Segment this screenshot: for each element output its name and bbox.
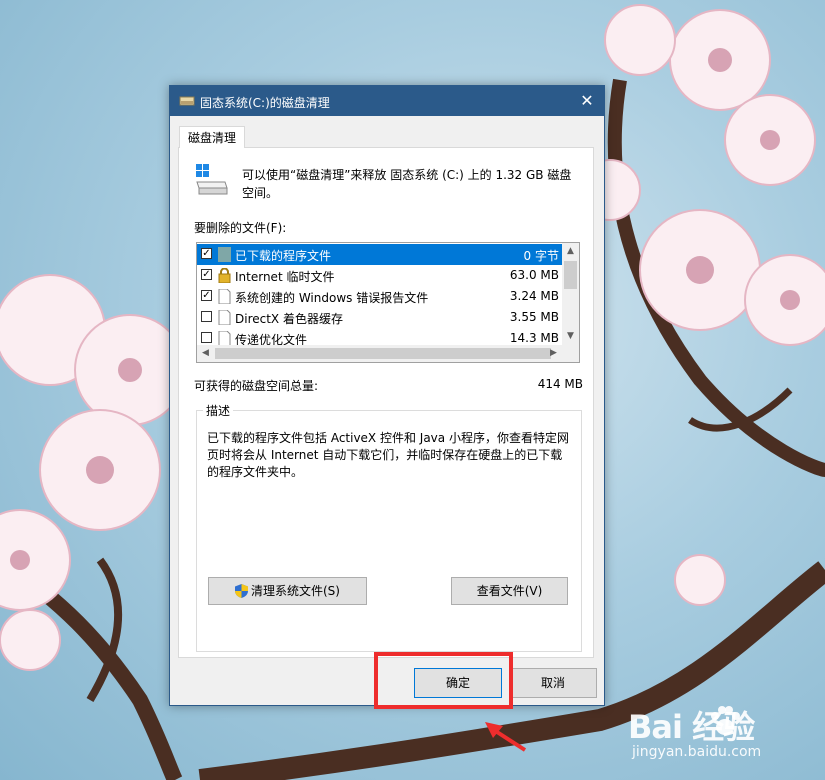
vertical-scrollbar[interactable]: ▲ ▼ xyxy=(562,243,579,345)
tab-panel: 可以使用“磁盘清理”来释放 固态系统 (C:) 上的 1.32 GB 磁盘空间。… xyxy=(178,147,594,658)
hard-drive-icon xyxy=(196,164,228,195)
scroll-up-arrow-icon[interactable]: ▲ xyxy=(562,243,579,260)
scroll-thumb[interactable] xyxy=(564,261,577,289)
checkbox[interactable] xyxy=(201,332,212,343)
list-item[interactable]: DirectX 着色器缓存 3.55 MB xyxy=(197,307,563,328)
checkbox[interactable]: ✓ xyxy=(201,248,212,259)
file-size: 63.0 MB xyxy=(509,268,559,282)
view-files-button[interactable]: 查看文件(V) xyxy=(451,577,568,605)
paw-icon xyxy=(711,706,740,735)
scroll-down-arrow-icon[interactable]: ▼ xyxy=(562,328,579,345)
scroll-thumb[interactable] xyxy=(215,348,551,359)
cancel-button[interactable]: 取消 xyxy=(509,668,597,698)
file-icon xyxy=(218,310,231,325)
horizontal-scrollbar[interactable]: ◀ ▶ xyxy=(197,345,579,362)
file-size: 3.55 MB xyxy=(509,310,559,324)
file-name: 系统创建的 Windows 错误报告文件 xyxy=(235,291,429,305)
description-group: 描述 已下载的程序文件包括 ActiveX 控件和 Java 小程序，你查看特定… xyxy=(196,402,582,652)
file-icon xyxy=(218,331,231,346)
list-item[interactable]: ✓ 已下载的程序文件 0 字节 xyxy=(197,244,563,265)
clean-system-files-label: 清理系统文件(S) xyxy=(251,584,340,598)
files-list[interactable]: ✓ 已下载的程序文件 0 字节 ✓ Internet 临时文件 63.0 MB … xyxy=(196,242,580,363)
list-item[interactable]: ✓ 系统创建的 Windows 错误报告文件 3.24 MB xyxy=(197,286,563,307)
description-text: 已下载的程序文件包括 ActiveX 控件和 Java 小程序，你查看特定网页时… xyxy=(207,431,569,479)
list-item[interactable]: ✓ Internet 临时文件 63.0 MB xyxy=(197,265,563,286)
watermark-site: jingyan.baidu.com xyxy=(632,744,762,760)
title-bar[interactable]: 固态系统(C:)的磁盘清理 ✕ xyxy=(170,86,604,116)
lock-icon xyxy=(218,268,231,283)
shield-icon xyxy=(235,584,248,598)
file-size: 0 字节 xyxy=(523,249,559,263)
checkbox[interactable]: ✓ xyxy=(201,269,212,280)
highlight-annotation-box xyxy=(374,652,513,709)
scroll-left-arrow-icon[interactable]: ◀ xyxy=(197,345,214,362)
checkbox[interactable]: ✓ xyxy=(201,290,212,301)
close-button[interactable]: ✕ xyxy=(570,86,604,116)
file-name: Internet 临时文件 xyxy=(235,270,335,284)
scroll-right-arrow-icon[interactable]: ▶ xyxy=(545,345,562,362)
intro-text: 可以使用“磁盘清理”来释放 固态系统 (C:) 上的 1.32 GB 磁盘空间。 xyxy=(242,168,572,200)
checkbox[interactable] xyxy=(201,311,212,322)
window-title: 固态系统(C:)的磁盘清理 xyxy=(200,96,330,110)
disk-cleanup-dialog: 固态系统(C:)的磁盘清理 ✕ 磁盘清理 可以使用“磁盘清理”来释放 固态系统 … xyxy=(169,85,605,706)
red-arrow-icon xyxy=(485,722,527,752)
space-gain-value: 414 MB xyxy=(537,377,583,391)
file-icon xyxy=(218,289,231,304)
file-size: 3.24 MB xyxy=(509,289,559,303)
tab-disk-cleanup[interactable]: 磁盘清理 xyxy=(179,126,245,148)
folder-icon xyxy=(218,247,231,262)
files-to-delete-label: 要删除的文件(F): xyxy=(194,221,287,235)
baidu-watermark: Bai 经验 jingyan.baidu.com xyxy=(628,700,818,770)
file-size: 14.3 MB xyxy=(509,331,559,345)
file-name: DirectX 着色器缓存 xyxy=(235,312,343,326)
space-gain-label: 可获得的磁盘空间总量: xyxy=(194,379,319,393)
description-legend: 描述 xyxy=(203,402,234,419)
drive-icon xyxy=(179,96,195,106)
clean-system-files-button[interactable]: 清理系统文件(S) xyxy=(208,577,367,605)
file-name: 已下载的程序文件 xyxy=(235,249,332,263)
